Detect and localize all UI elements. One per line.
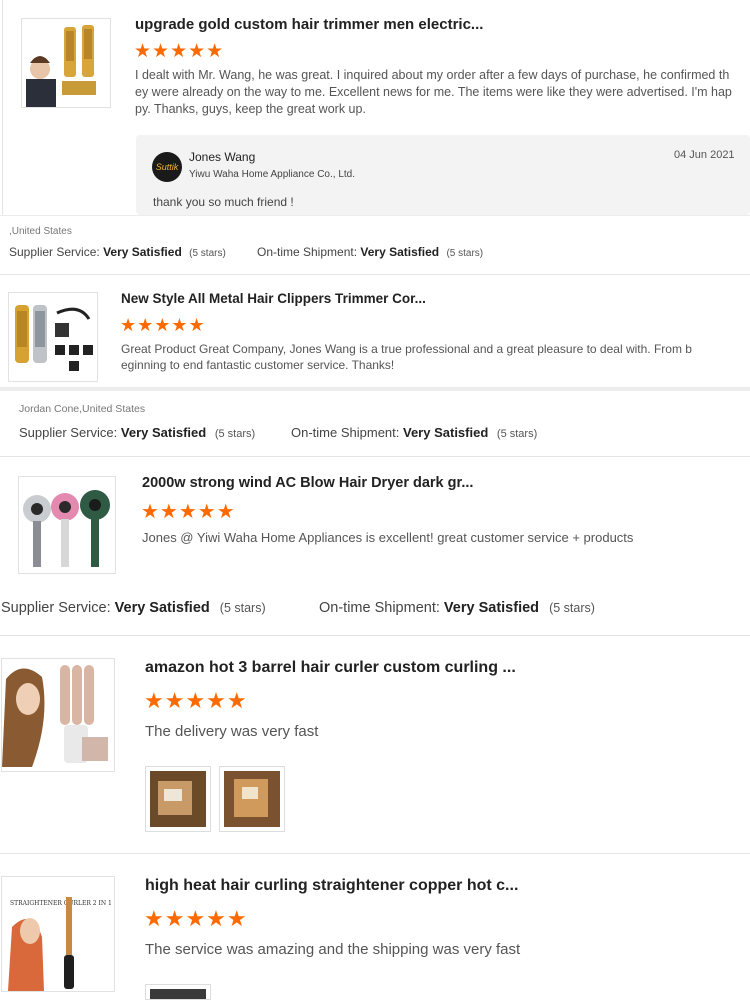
product-image <box>9 293 97 381</box>
supplier-service-count: (5 stars) <box>219 601 266 615</box>
shipment-count: (5 stars) <box>496 428 538 440</box>
shipment-value: Very Satisfied <box>443 600 540 616</box>
supplier-avatar: Suttik <box>152 152 182 182</box>
reply-message: thank you so much friend ! <box>153 195 294 209</box>
star-rating: ★★★★★ <box>144 906 248 931</box>
divider <box>0 387 750 391</box>
product-thumbnail[interactable] <box>21 18 111 108</box>
supplier-service-rating: Supplier Service: Very Satisfied (5 star… <box>19 425 255 440</box>
supplier-service-value: Very Satisfied <box>103 245 182 259</box>
star-rating: ★★★★★ <box>120 315 206 335</box>
product-thumbnail[interactable] <box>8 292 98 382</box>
divider <box>0 274 750 275</box>
review-text-line: The delivery was very fast <box>145 723 319 740</box>
product-image <box>22 19 110 107</box>
supplier-service-value: Very Satisfied <box>120 425 207 440</box>
product-image: STRAIGHTENER CURLER 2 IN 1 <box>2 877 114 991</box>
star-rating: ★★★★★ <box>134 41 225 62</box>
package-photo-icon <box>150 771 206 827</box>
review-card-left-border <box>2 0 3 215</box>
supplier-service-rating: Supplier Service: Very Satisfied (5 star… <box>1 600 266 616</box>
package-photo-icon <box>224 771 280 827</box>
review-text-line: ey were already on the way to me. Excell… <box>135 85 732 99</box>
supplier-reply: Suttik Jones Wang Yiwu Waha Home Applian… <box>136 135 750 215</box>
divider <box>0 456 750 457</box>
shipment-label: On-time Shipment: <box>257 245 358 259</box>
product-title[interactable]: 2000w strong wind AC Blow Hair Dryer dar… <box>142 475 473 491</box>
review-photo[interactable] <box>145 984 211 1000</box>
product-image <box>19 477 115 573</box>
supplier-service-value: Very Satisfied <box>114 600 210 616</box>
shipment-rating: On-time Shipment: Very Satisfied (5 star… <box>257 245 483 259</box>
shipment-value: Very Satisfied <box>403 425 489 440</box>
product-thumbnail[interactable] <box>1 658 115 772</box>
shipment-label: On-time Shipment: <box>319 600 440 616</box>
review-photo[interactable] <box>219 766 285 832</box>
review-text-line: eginning to end fantastic customer servi… <box>121 358 395 372</box>
product-image-caption: STRAIGHTENER CURLER 2 IN 1 <box>10 900 112 907</box>
reviewer-location: Jordan Cone,United States <box>19 403 146 415</box>
supplier-service-count: (5 stars) <box>214 428 256 440</box>
product-thumbnail[interactable] <box>18 476 116 574</box>
review-text-line: Jones @ Yiwi Waha Home Appliances is exc… <box>142 530 634 545</box>
shipment-count: (5 stars) <box>446 248 484 259</box>
product-title[interactable]: amazon hot 3 barrel hair curler custom c… <box>145 659 516 677</box>
product-image <box>2 659 114 771</box>
shipment-label: On-time Shipment: <box>291 425 400 440</box>
supplier-service-count: (5 stars) <box>189 248 226 259</box>
review-text-line: py. Thanks, guys, keep the great work up… <box>135 102 366 116</box>
shipment-value: Very Satisfied <box>360 245 440 259</box>
product-title[interactable]: upgrade gold custom hair trimmer men ele… <box>135 16 483 33</box>
supplier-company: Yiwu Waha Home Appliance Co., Ltd. <box>189 169 356 180</box>
star-rating: ★★★★★ <box>141 501 236 523</box>
supplier-service-rating: Supplier Service: Very Satisfied (5 star… <box>9 245 226 259</box>
star-rating: ★★★★★ <box>144 688 248 713</box>
divider <box>0 635 750 636</box>
shipment-rating: On-time Shipment: Very Satisfied (5 star… <box>291 425 537 440</box>
review-text-line: Great Product Great Company, Jones Wang … <box>121 342 692 356</box>
product-title[interactable]: high heat hair curling straightener copp… <box>145 877 518 895</box>
supplier-service-label: Supplier Service: <box>9 245 100 259</box>
photo-thumbnail-fill <box>150 989 206 999</box>
product-title[interactable]: New Style All Metal Hair Clippers Trimme… <box>121 291 426 306</box>
supplier-service-label: Supplier Service: <box>1 600 111 616</box>
supplier-service-label: Supplier Service: <box>19 425 118 440</box>
divider <box>0 853 750 854</box>
divider <box>0 215 750 216</box>
review-photo[interactable] <box>145 766 211 832</box>
reviewer-location: ,United States <box>9 226 72 237</box>
reply-date: 04 Jun 2021 <box>674 149 735 161</box>
supplier-name: Jones Wang <box>189 150 256 164</box>
shipment-rating: On-time Shipment: Very Satisfied (5 star… <box>319 600 595 616</box>
shipment-count: (5 stars) <box>549 601 595 615</box>
product-thumbnail[interactable]: STRAIGHTENER CURLER 2 IN 1 <box>1 876 115 992</box>
review-text-line: I dealt with Mr. Wang, he was great. I i… <box>135 68 730 82</box>
review-text-line: The service was amazing and the shipping… <box>145 941 521 958</box>
